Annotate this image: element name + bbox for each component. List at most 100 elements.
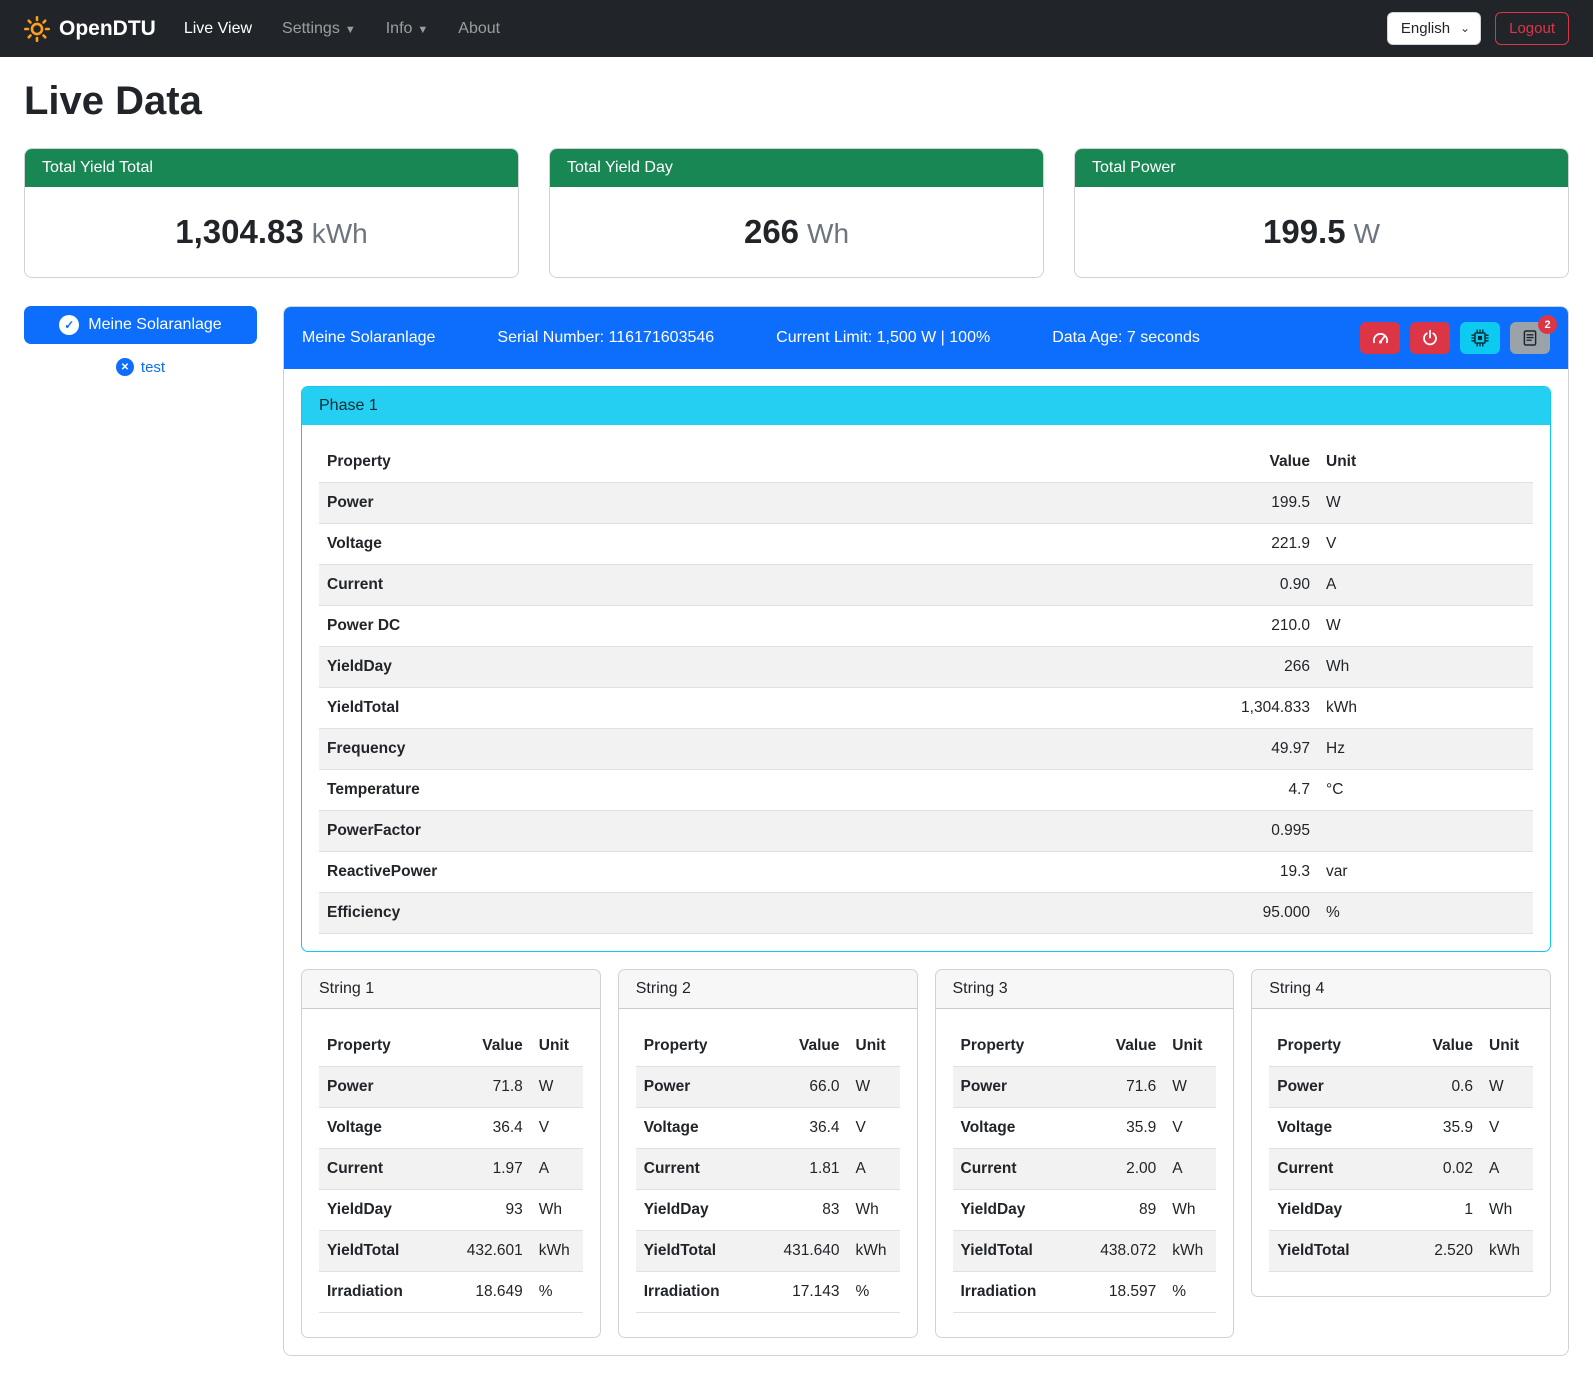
table-row: Irradiation18.597% xyxy=(953,1272,1217,1313)
value-cell: 199.5 xyxy=(1168,483,1318,524)
nav-links: Live View Settings▼ Info▼ About xyxy=(184,20,500,38)
property-cell: Frequency xyxy=(319,729,1168,770)
col-unit: Unit xyxy=(1318,442,1533,483)
value-cell: 432.601 xyxy=(459,1231,531,1272)
unit-cell: Wh xyxy=(1164,1190,1216,1231)
unit-cell: W xyxy=(531,1067,583,1108)
unit-cell: Wh xyxy=(848,1190,900,1231)
card-value: 199.5 xyxy=(1263,213,1346,250)
property-cell: Power xyxy=(319,1067,459,1108)
value-cell: 36.4 xyxy=(775,1108,847,1149)
value-cell: 431.640 xyxy=(775,1231,847,1272)
unit-cell: °C xyxy=(1318,770,1533,811)
card-body: 1,304.83kWh xyxy=(25,187,518,277)
unit-cell: V xyxy=(531,1108,583,1149)
property-cell: Voltage xyxy=(319,524,1168,565)
page-title: Live Data xyxy=(24,79,1569,124)
value-cell: 2.520 xyxy=(1409,1231,1481,1272)
value-cell: 210.0 xyxy=(1168,606,1318,647)
nav-item-info[interactable]: Info▼ xyxy=(386,20,429,38)
unit-cell: A xyxy=(1481,1149,1533,1190)
limit-settings-button[interactable] xyxy=(1360,322,1400,354)
unit-cell: var xyxy=(1318,852,1533,893)
table-header-row: Property Value Unit xyxy=(1269,1026,1533,1067)
inverter-sidebar: ✓ Meine Solaranlage ✕ test xyxy=(24,306,257,376)
string-4-table: Property Value Unit Power0.6WVoltage35.9… xyxy=(1269,1026,1533,1272)
chevron-down-icon: ⌄ xyxy=(1460,21,1470,35)
property-cell: Current xyxy=(319,1149,459,1190)
card-body: 266Wh xyxy=(550,187,1043,277)
property-cell: Current xyxy=(319,565,1168,606)
journal-icon xyxy=(1521,329,1539,347)
power-button[interactable] xyxy=(1410,322,1450,354)
col-unit: Unit xyxy=(531,1026,583,1067)
table-row: Power71.8W xyxy=(319,1067,583,1108)
table-row: YieldTotal1,304.833kWh xyxy=(319,688,1533,729)
nav-item-live-view[interactable]: Live View xyxy=(184,20,252,38)
table-header-row: Property Value Unit xyxy=(636,1026,900,1067)
sun-icon xyxy=(24,16,50,42)
summary-cards: Total Yield Total 1,304.83kWh Total Yiel… xyxy=(24,148,1569,278)
card-body: 199.5 W xyxy=(1075,187,1568,277)
property-cell: Power xyxy=(1269,1067,1409,1108)
brand[interactable]: OpenDTU xyxy=(24,16,156,42)
unit-cell: A xyxy=(848,1149,900,1190)
table-row: YieldDay93Wh xyxy=(319,1190,583,1231)
property-cell: YieldTotal xyxy=(636,1231,776,1272)
table-row: YieldTotal438.072kWh xyxy=(953,1231,1217,1272)
string-header: String 1 xyxy=(302,970,600,1009)
table-row: Power71.6W xyxy=(953,1067,1217,1108)
property-cell: Power xyxy=(636,1067,776,1108)
table-header-row: Property Value Unit xyxy=(319,442,1533,483)
table-row: Efficiency95.000% xyxy=(319,893,1533,934)
value-cell: 1,304.833 xyxy=(1168,688,1318,729)
string-2-card: String 2 Property Value Unit xyxy=(618,969,918,1338)
value-cell: 1 xyxy=(1409,1190,1481,1231)
unit-cell: kWh xyxy=(848,1231,900,1272)
device-info-button[interactable] xyxy=(1460,322,1500,354)
inverter-limit: Current Limit: 1,500 W | 100% xyxy=(776,329,990,347)
col-unit: Unit xyxy=(1481,1026,1533,1067)
nav-item-settings[interactable]: Settings▼ xyxy=(282,20,356,38)
table-row: Voltage36.4V xyxy=(636,1108,900,1149)
table-row: YieldTotal432.601kWh xyxy=(319,1231,583,1272)
property-cell: YieldDay xyxy=(1269,1190,1409,1231)
table-header-row: Property Value Unit xyxy=(953,1026,1217,1067)
value-cell: 221.9 xyxy=(1168,524,1318,565)
property-cell: Power xyxy=(319,483,1168,524)
power-icon xyxy=(1421,329,1439,347)
unit-cell: W xyxy=(1318,483,1533,524)
unit-cell: kWh xyxy=(1318,688,1533,729)
string-header: String 4 xyxy=(1252,970,1550,1009)
property-cell: YieldDay xyxy=(953,1190,1093,1231)
value-cell: 0.6 xyxy=(1409,1067,1481,1108)
language-select[interactable]: English ⌄ xyxy=(1387,12,1481,45)
unit-cell: A xyxy=(1318,565,1533,606)
unit-cell: V xyxy=(848,1108,900,1149)
unit-cell: W xyxy=(1318,606,1533,647)
table-row: YieldTotal2.520kWh xyxy=(1269,1231,1533,1272)
event-count-badge: 2 xyxy=(1538,315,1557,334)
event-log-button[interactable]: 2 xyxy=(1510,322,1550,354)
table-row: Power199.5W xyxy=(319,483,1533,524)
inverter-serial: Serial Number: 116171603546 xyxy=(497,329,714,347)
inverter-select-button[interactable]: ✓ Meine Solaranlage xyxy=(24,306,257,344)
property-cell: YieldTotal xyxy=(1269,1231,1409,1272)
test-label: test xyxy=(141,359,165,376)
card-header: Total Power xyxy=(1075,149,1568,187)
card-unit: W xyxy=(1354,218,1380,249)
property-cell: Irradiation xyxy=(319,1272,459,1313)
table-row: Current1.81A xyxy=(636,1149,900,1190)
logout-button[interactable]: Logout xyxy=(1495,12,1569,45)
col-value: Value xyxy=(1092,1026,1164,1067)
nav-item-about[interactable]: About xyxy=(458,20,500,38)
table-row: Voltage35.9V xyxy=(1269,1108,1533,1149)
property-cell: Efficiency xyxy=(319,893,1168,934)
string-1-card: String 1 Property Value Unit xyxy=(301,969,601,1338)
sidebar-item-test[interactable]: ✕ test xyxy=(24,358,257,376)
phase-card: Phase 1 Property Value Unit P xyxy=(301,386,1551,952)
property-cell: Voltage xyxy=(1269,1108,1409,1149)
value-cell: 438.072 xyxy=(1092,1231,1164,1272)
property-cell: YieldTotal xyxy=(953,1231,1093,1272)
string-header: String 3 xyxy=(936,970,1234,1009)
